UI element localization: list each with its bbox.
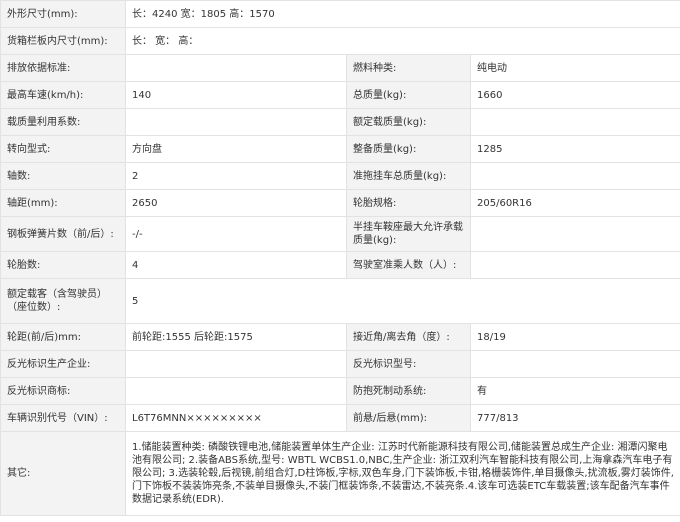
spec-row: 排放依据标准: 燃料种类: 纯电动 xyxy=(0,54,680,82)
spec-row: 轮胎数: 4 驾驶室准乘人数（人）: xyxy=(0,251,680,279)
spec-value: 方向盘 xyxy=(125,135,347,163)
spec-table: 外形尺寸(mm): 长：4240 宽：1805 高：1570 货箱栏板内尺寸(mm)… xyxy=(0,0,680,516)
spec-value: -/- xyxy=(125,216,347,252)
spec-label: 货箱栏板内尺寸(mm): xyxy=(0,27,126,55)
spec-label: 轮距(前/后)mm: xyxy=(0,323,126,351)
spec-value: 140 xyxy=(125,81,347,109)
spec-label: 轮胎数: xyxy=(0,251,126,279)
spec-value xyxy=(125,350,347,378)
spec-label: 车辆识别代号（VIN）: xyxy=(0,404,126,432)
spec-value xyxy=(470,251,680,279)
spec-value: 长：4240 宽：1805 高：1570 xyxy=(125,0,680,28)
spec-row: 轴距(mm): 2650 轮胎规格: 205/60R16 xyxy=(0,189,680,217)
spec-label: 排放依据标准: xyxy=(0,54,126,82)
spec-label: 其它: xyxy=(0,431,126,516)
spec-label: 转向型式: xyxy=(0,135,126,163)
spec-row: 反光标识商标: 防抱死制动系统: 有 xyxy=(0,377,680,405)
spec-label: 驾驶室准乘人数（人）: xyxy=(346,251,471,279)
spec-row: 转向型式: 方向盘 整备质量(kg): 1285 xyxy=(0,135,680,163)
spec-value: 前轮距:1555 后轮距:1575 xyxy=(125,323,347,351)
spec-label: 轴数: xyxy=(0,162,126,190)
spec-value: 777/813 xyxy=(470,404,680,432)
spec-label: 接近角/离去角（度）: xyxy=(346,323,471,351)
spec-label: 最高车速(km/h): xyxy=(0,81,126,109)
spec-value: 1285 xyxy=(470,135,680,163)
spec-label: 反光标识生产企业: xyxy=(0,350,126,378)
spec-value: 1.储能装置种类: 磷酸铁锂电池,储能装置单体生产企业: 江苏时代新能源科技有限… xyxy=(125,431,680,516)
spec-value: L6T76MNN××××××××× xyxy=(125,404,347,432)
spec-value xyxy=(470,108,680,136)
spec-label: 钢板弹簧片数（前/后）: xyxy=(0,216,126,252)
spec-value: 纯电动 xyxy=(470,54,680,82)
spec-row: 其它: 1.储能装置种类: 磷酸铁锂电池,储能装置单体生产企业: 江苏时代新能源科… xyxy=(0,431,680,516)
spec-value xyxy=(125,377,347,405)
spec-label: 防抱死制动系统: xyxy=(346,377,471,405)
spec-row: 最高车速(km/h): 140 总质量(kg): 1660 xyxy=(0,81,680,109)
spec-label: 前悬/后悬(mm): xyxy=(346,404,471,432)
spec-row: 轴数: 2 准拖挂车总质量(kg): xyxy=(0,162,680,190)
spec-label: 反光标识商标: xyxy=(0,377,126,405)
spec-label: 额定载客（含驾驶员）（座位数）: xyxy=(0,278,126,324)
spec-label: 载质量利用系数: xyxy=(0,108,126,136)
spec-row: 钢板弹簧片数（前/后）: -/- 半挂车鞍座最大允许承载质量(kg): xyxy=(0,216,680,252)
spec-row: 货箱栏板内尺寸(mm): 长： 宽： 高： xyxy=(0,27,680,55)
spec-value: 4 xyxy=(125,251,347,279)
spec-value xyxy=(470,350,680,378)
spec-label: 反光标识型号: xyxy=(346,350,471,378)
spec-value xyxy=(125,54,347,82)
spec-row: 反光标识生产企业: 反光标识型号: xyxy=(0,350,680,378)
spec-label: 准拖挂车总质量(kg): xyxy=(346,162,471,190)
spec-label: 额定载质量(kg): xyxy=(346,108,471,136)
spec-row: 外形尺寸(mm): 长：4240 宽：1805 高：1570 xyxy=(0,0,680,28)
spec-row: 轮距(前/后)mm: 前轮距:1555 后轮距:1575 接近角/离去角（度）: 18… xyxy=(0,323,680,351)
spec-label: 整备质量(kg): xyxy=(346,135,471,163)
spec-row: 额定载客（含驾驶员）（座位数）: 5 xyxy=(0,278,680,324)
spec-value: 2650 xyxy=(125,189,347,217)
spec-value xyxy=(125,108,347,136)
spec-label: 总质量(kg): xyxy=(346,81,471,109)
spec-value: 18/19 xyxy=(470,323,680,351)
spec-label: 燃料种类: xyxy=(346,54,471,82)
spec-label: 轴距(mm): xyxy=(0,189,126,217)
spec-label: 外形尺寸(mm): xyxy=(0,0,126,28)
spec-label: 轮胎规格: xyxy=(346,189,471,217)
spec-row: 载质量利用系数: 额定载质量(kg): xyxy=(0,108,680,136)
spec-value: 2 xyxy=(125,162,347,190)
spec-value: 有 xyxy=(470,377,680,405)
spec-value: 长： 宽： 高： xyxy=(125,27,680,55)
spec-value xyxy=(470,162,680,190)
spec-table-body: 外形尺寸(mm): 长：4240 宽：1805 高：1570 货箱栏板内尺寸(mm)… xyxy=(0,0,680,516)
spec-value xyxy=(470,216,680,252)
spec-label: 半挂车鞍座最大允许承载质量(kg): xyxy=(346,216,471,252)
spec-value: 1660 xyxy=(470,81,680,109)
spec-row: 车辆识别代号（VIN）: L6T76MNN××××××××× 前悬/后悬(mm): 7… xyxy=(0,404,680,432)
spec-value: 5 xyxy=(125,278,680,324)
spec-value: 205/60R16 xyxy=(470,189,680,217)
